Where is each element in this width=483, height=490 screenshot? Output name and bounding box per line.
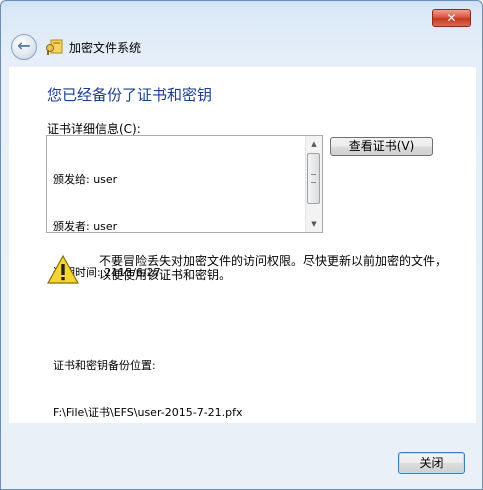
scrollbar-thumb[interactable] [307, 153, 320, 204]
page-heading: 您已经备份了证书和密钥 [47, 86, 213, 104]
dialog-content-panel: 您已经备份了证书和密钥 证书详细信息(C): 颁发给: user 颁发者: us… [9, 67, 476, 423]
back-button[interactable]: ← [11, 34, 37, 60]
efs-dialog-window: ← 加密文件系统 您已经备份了证书和密钥 证书详细信息(C): 颁发给: use… [0, 0, 483, 490]
scroll-up-arrow-icon[interactable]: ▲ [306, 136, 322, 152]
cert-detail-line: 颁发给: user [53, 173, 118, 186]
vertical-scrollbar[interactable]: ▲ ▼ [305, 136, 322, 232]
cert-detail-line: F:\File\证书\EFS\user-2015-7-21.pfx [53, 405, 243, 419]
window-title: 加密文件系统 [69, 41, 142, 55]
cert-details-textbox[interactable]: 颁发给: user 颁发者: user 过期时间: 2115/6/27 证书和密… [46, 135, 323, 419]
view-certificate-button[interactable]: 查看证书(V) [330, 137, 433, 156]
warning-message: 不要冒险丢失对加密文件的访问权限。尽快更新以前加密的文件，以便使用该证书和密钥。 [99, 254, 448, 282]
cert-detail-line [53, 312, 305, 328]
efs-key-icon [46, 39, 63, 55]
scroll-down-arrow-icon[interactable]: ▼ [306, 216, 322, 232]
cert-detail-line: 证书和密钥备份位置: [53, 359, 156, 372]
close-button[interactable]: 关闭 [398, 452, 465, 474]
warning-icon [47, 255, 79, 284]
cert-details-text: 颁发给: user 颁发者: user 过期时间: 2115/6/27 证书和密… [53, 141, 305, 451]
back-arrow-icon: ← [17, 36, 31, 55]
window-close-button[interactable] [432, 9, 471, 27]
cert-detail-line: 颁发者: user [53, 219, 118, 233]
